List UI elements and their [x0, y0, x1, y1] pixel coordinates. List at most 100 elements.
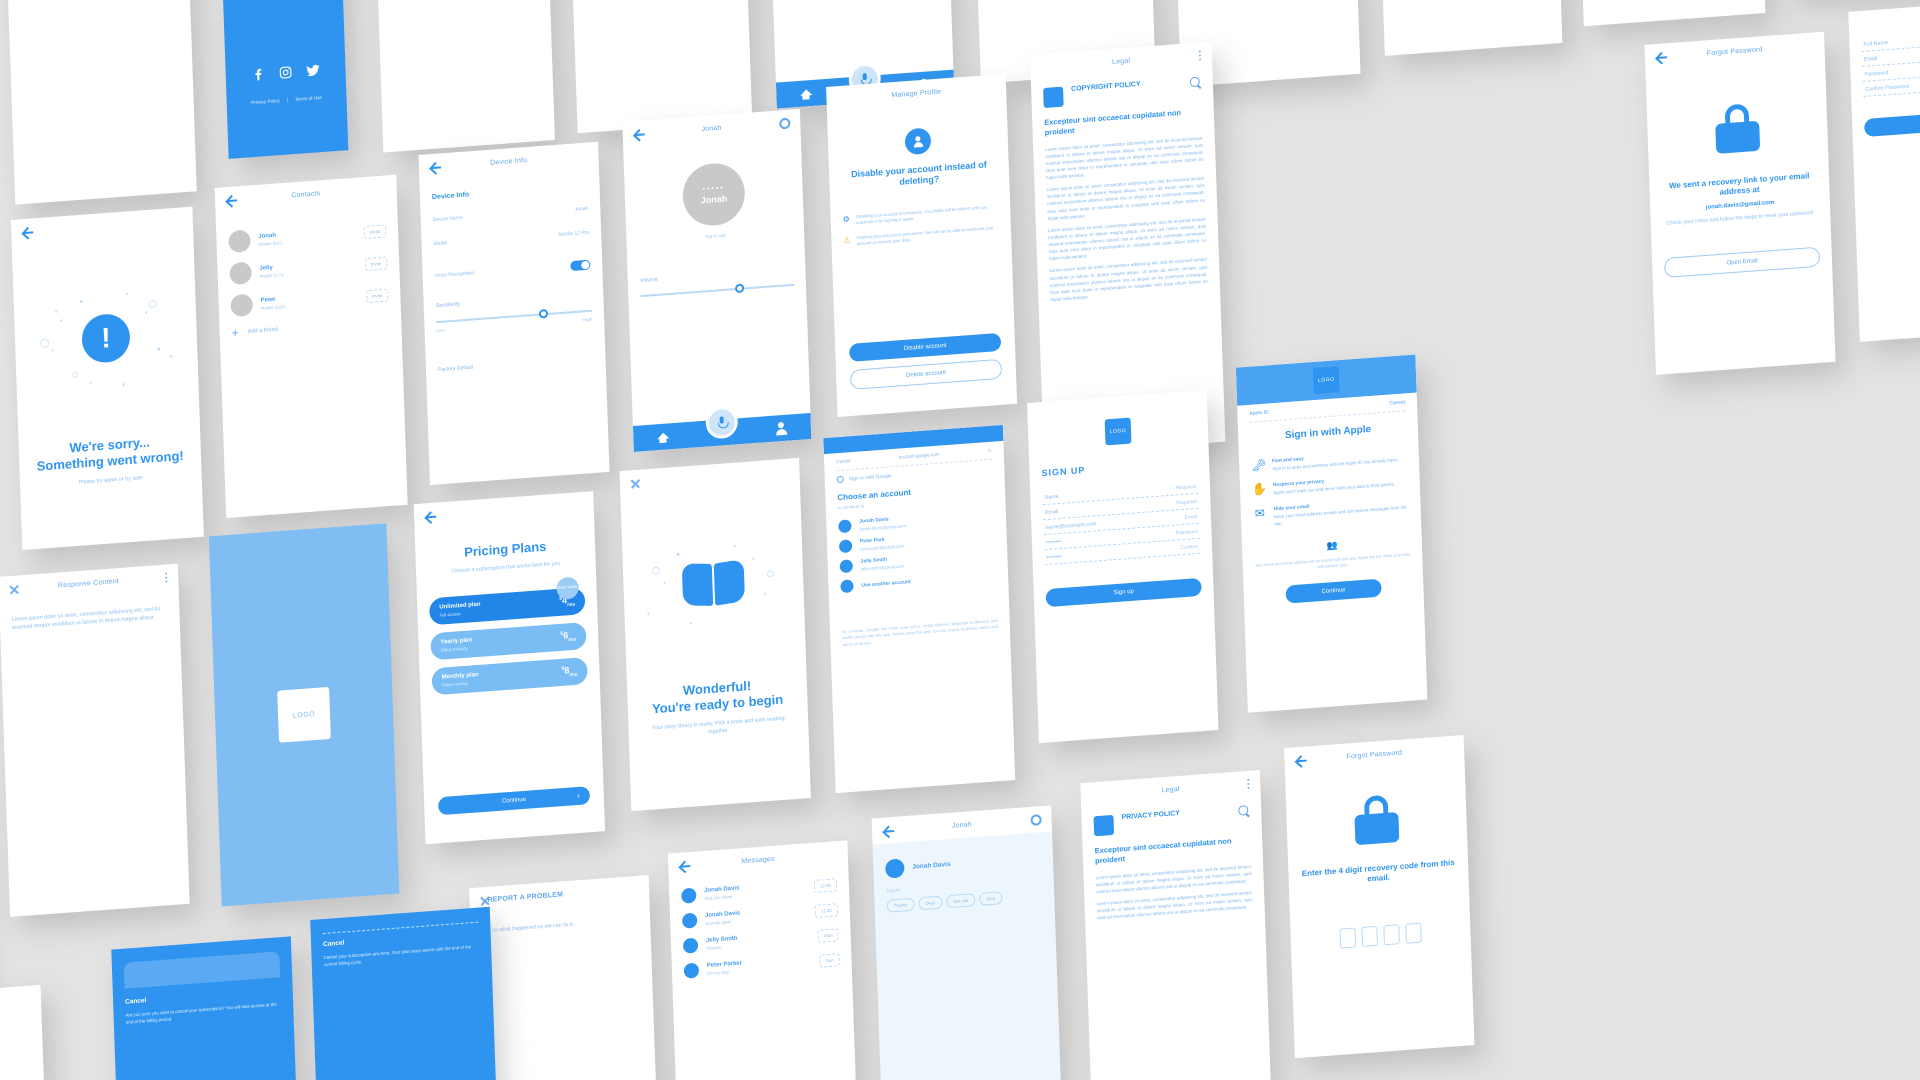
- refresh-icon[interactable]: ↻: [988, 448, 992, 454]
- screen-recovery-link[interactable]: Forgot Password We sent a recovery link …: [1644, 31, 1836, 375]
- invite-button[interactable]: Invite: [365, 288, 389, 303]
- device-row-toggle[interactable]: Voice Recognition: [434, 256, 591, 285]
- contact-row[interactable]: Jonah Mobile 0612 Invite: [228, 220, 387, 254]
- plan-name: Yearly plan: [440, 636, 473, 646]
- terms-link[interactable]: Terms of Use: [295, 95, 322, 102]
- invite-button[interactable]: Invite: [363, 224, 387, 239]
- info-icon: ⚙: [842, 214, 850, 224]
- gear-icon[interactable]: [779, 117, 791, 129]
- add-friend-label[interactable]: Add a friend: [248, 327, 278, 335]
- avatar: [885, 858, 905, 879]
- home-icon[interactable]: [656, 429, 670, 444]
- quick-reply[interactable]: See you: [945, 893, 976, 909]
- screen-right-form[interactable]: Full Name Email Password Confirm Passwor…: [1848, 0, 1920, 342]
- screen-choose-account[interactable]: Cancel account.google.com ↻ Sign in with…: [823, 424, 1016, 794]
- thread-row[interactable]: Jonah Davis: [0, 1024, 30, 1050]
- code-digit-2[interactable]: [1383, 924, 1400, 946]
- close-icon[interactable]: [630, 477, 641, 489]
- contacts-title: Contacts: [291, 189, 321, 199]
- code-digit-3[interactable]: [1405, 922, 1422, 944]
- screen-profile-jonah[interactable]: Jonah ••••• Jonah Tap to edit Volume: [622, 108, 812, 453]
- cancel-button[interactable]: Cancel: [1389, 399, 1405, 406]
- twitter-icon[interactable]: [305, 63, 320, 78]
- copyright-heading: Excepteur sint occaecat cupidatat non pr…: [1044, 108, 1182, 137]
- back-icon[interactable]: [21, 225, 34, 239]
- quick-reply[interactable]: Sure: [979, 891, 1003, 906]
- screen-blank-a[interactable]: [373, 0, 555, 153]
- screen-chat[interactable]: Jonah Jonah Davis TODAY Thanks Okay See …: [871, 805, 1062, 1080]
- screen-child-profile[interactable]: Jonah: [1572, 0, 1766, 27]
- use-another-account-row[interactable]: Use another account: [840, 569, 996, 594]
- screen-contacts[interactable]: Contacts Jonah Mobile 0612 Invite Jelly …: [214, 174, 408, 519]
- screen-disable-account[interactable]: Manage Profile Disable your account inst…: [826, 73, 1018, 417]
- gear-icon[interactable]: [1030, 813, 1042, 826]
- screen-sign-in-apple[interactable]: LOGO Apple ID Cancel Sign in with Apple …: [1235, 354, 1428, 713]
- signup-button[interactable]: Sign up: [1045, 577, 1202, 608]
- screen-logo[interactable]: LOGO: [208, 523, 400, 907]
- chat-contact-row[interactable]: Jonah Davis: [885, 848, 1041, 879]
- privacy-heading: Excepteur sint occaecat cupidatat non pr…: [1094, 836, 1232, 866]
- home-icon[interactable]: [799, 86, 813, 101]
- submit-button[interactable]: Submit: [1864, 107, 1920, 138]
- screen-sign-up[interactable]: LOGO SIGN UP Name Required Email Require…: [1027, 389, 1219, 744]
- code-input-group[interactable]: [1302, 920, 1458, 951]
- search-icon[interactable]: [1190, 76, 1201, 88]
- search-icon[interactable]: [1238, 805, 1249, 817]
- screen-cancel-left[interactable]: Cancel Are you sure you want to cancel y…: [111, 936, 302, 1080]
- screen-bottom-a[interactable]: Messages Jonah Davis: [0, 984, 52, 1080]
- profile-icon[interactable]: [774, 421, 788, 436]
- factory-default-link[interactable]: Factory Default: [438, 356, 594, 374]
- person-icon: [912, 135, 924, 148]
- device-value: Jonah: [574, 205, 589, 213]
- thread-row[interactable]: Jelly Smith Thanks! Mon: [682, 927, 839, 954]
- quick-reply[interactable]: Okay: [918, 895, 943, 911]
- field-label: ••••••••: [1045, 538, 1062, 547]
- screen-privacy-policy[interactable]: Legal PRIVACY POLICY Excepteur sint occa…: [1080, 770, 1271, 1080]
- use-another-label[interactable]: Use another account: [861, 579, 911, 589]
- plan-row[interactable]: Monthly plan Billed monthly $8/mo: [431, 656, 588, 696]
- contact-row[interactable]: Peter Mobile 0228 Invite: [230, 284, 389, 318]
- delete-account-button[interactable]: Delete account: [849, 358, 1003, 390]
- screen-note[interactable]: Lorem ipsum dolor sit amet, consectetur …: [4, 0, 197, 205]
- screen-blank-b[interactable]: [567, 0, 753, 134]
- privacy-policy-link[interactable]: Privacy Policy: [251, 98, 280, 105]
- screen-report-problem[interactable]: REPORT A PROBLEM Tell us what happened s…: [469, 875, 660, 1080]
- contact-row[interactable]: Jelly Mobile 0774 Invite: [229, 252, 388, 286]
- open-email-button[interactable]: Open Email: [1663, 246, 1821, 279]
- invite-button[interactable]: Invite: [364, 256, 388, 271]
- thread-row[interactable]: Jonah Davis See you soon! 12:30: [681, 877, 838, 904]
- screen-splash-social[interactable]: Privacy Policy | Terms of Use: [217, 0, 349, 159]
- facebook-icon[interactable]: [251, 67, 265, 82]
- device-row[interactable]: Device Name Jonah: [433, 202, 589, 227]
- apple-continue-button[interactable]: Continue: [1285, 578, 1383, 604]
- continue-button[interactable]: Continue ›: [437, 786, 591, 816]
- screen-ready-to-begin[interactable]: + Wonderful! You're ready to begin Your …: [619, 457, 811, 812]
- code-digit-1[interactable]: [1361, 925, 1378, 947]
- screen-messages[interactable]: Messages Jonah Davis See you soon! 12:30…: [667, 840, 859, 1080]
- footer-separator: |: [286, 97, 289, 103]
- device-row[interactable]: Model Mobile 12 Pro: [433, 226, 589, 251]
- thread-row[interactable]: Jonah Davis Sounds great 11:02: [681, 902, 839, 929]
- screen-response-content[interactable]: Response Content Lorem ipsum dolor sit a…: [0, 563, 190, 917]
- screen-pricing-plans[interactable]: Pricing Plans Choose a subscription that…: [413, 491, 606, 845]
- voice-recognition-toggle[interactable]: [570, 259, 591, 272]
- quick-reply[interactable]: Thanks: [886, 897, 915, 913]
- back-icon[interactable]: [424, 509, 437, 523]
- device-key: Voice Recognition: [434, 270, 475, 280]
- screen-recovery-code[interactable]: Forgot Password Enter the 4 digit recove…: [1284, 734, 1475, 1059]
- code-digit-0[interactable]: [1339, 927, 1357, 949]
- cancel-button[interactable]: Cancel: [836, 458, 850, 465]
- screen-error[interactable]: ! + + We're sorry... Something went wron…: [10, 206, 204, 551]
- field-hint: Confirm: [1180, 543, 1199, 552]
- instagram-icon[interactable]: [278, 65, 292, 80]
- bottom-tab-bar[interactable]: [632, 405, 812, 453]
- signup-title: SIGN UP: [1041, 464, 1086, 479]
- disable-account-button[interactable]: Disable account: [849, 332, 1002, 362]
- screen-cancel-right[interactable]: Cancel Cancel your subscription any time…: [310, 906, 501, 1080]
- avatar-large[interactable]: ••••• Jonah: [681, 161, 746, 228]
- thread-row[interactable]: Peter Parker On my way Sun: [683, 952, 840, 979]
- screen-device-info[interactable]: Device Info Device Info Device Name Jona…: [418, 141, 610, 486]
- plan-row[interactable]: Yearly plan Billed annually $6/mo: [430, 621, 587, 661]
- mic-button[interactable]: [705, 405, 739, 440]
- screen-settings-list[interactable]: Settings My ID Change Account Password T…: [1373, 0, 1563, 56]
